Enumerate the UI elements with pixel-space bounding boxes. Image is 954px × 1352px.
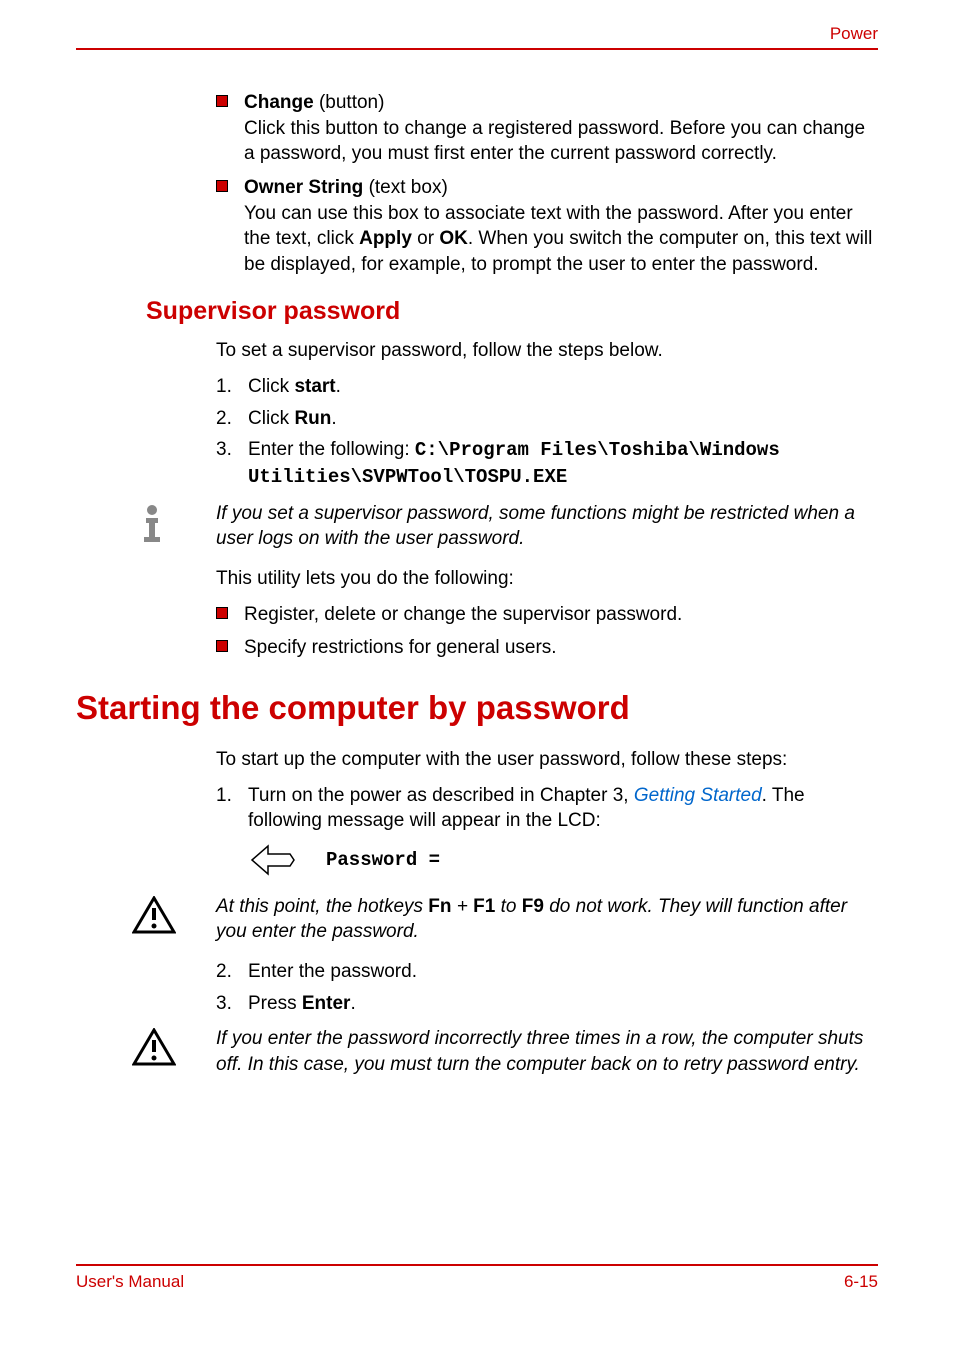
footer-right: 6-15 <box>844 1272 878 1292</box>
info-note: If you set a supervisor password, some f… <box>76 501 878 552</box>
step-3: 3. Enter the following: C:\Program Files… <box>216 437 878 490</box>
square-bullet-icon <box>216 607 228 619</box>
bullet-owner-string: Owner String (text box) You can use this… <box>216 175 878 278</box>
starting-step-3: 3. Press Enter. <box>216 991 878 1017</box>
supervisor-intro: To set a supervisor password, follow the… <box>216 338 878 364</box>
sub-bullet-2: Specify restrictions for general users. <box>216 635 878 661</box>
bullet-text: Change (button) Click this button to cha… <box>244 90 878 167</box>
password-prompt-row: Password = <box>248 842 878 878</box>
link-getting-started[interactable]: Getting Started <box>634 785 762 806</box>
warning-2-text: If you enter the password incorrectly th… <box>216 1026 878 1077</box>
page-header: Power <box>76 24 878 50</box>
supervisor-after: This utility lets you do the following: … <box>76 566 878 661</box>
sub-bullet-1: Register, delete or change the superviso… <box>216 602 878 628</box>
starting-steps-cont: 2. Enter the password. 3. Press Enter. <box>76 959 878 1016</box>
page-footer: User's Manual 6-15 <box>76 1264 878 1292</box>
starting-body: To start up the computer with the user p… <box>76 747 878 878</box>
square-bullet-icon <box>216 640 228 652</box>
hand-point-icon <box>248 842 296 878</box>
heading-supervisor-password: Supervisor password <box>146 297 878 326</box>
footer-left: User's Manual <box>76 1272 184 1292</box>
warning-icon <box>132 1028 176 1068</box>
supervisor-body: To set a supervisor password, follow the… <box>76 338 878 490</box>
info-note-text: If you set a supervisor password, some f… <box>216 501 878 552</box>
step-1: 1. Click start. <box>216 374 878 400</box>
supervisor-after-text: This utility lets you do the following: <box>216 566 878 592</box>
starting-step-1: 1. Turn on the power as described in Cha… <box>216 783 878 834</box>
step-2: 2. Click Run. <box>216 406 878 432</box>
heading-starting-by-password: Starting the computer by password <box>76 689 878 727</box>
square-bullet-icon <box>216 180 228 192</box>
warning-note-1: At this point, the hotkeys Fn + F1 to F9… <box>76 894 878 945</box>
header-section: Power <box>830 24 878 44</box>
info-icon <box>132 503 172 543</box>
starting-intro: To start up the computer with the user p… <box>216 747 878 773</box>
warning-icon <box>132 896 176 936</box>
square-bullet-icon <box>216 95 228 107</box>
warning-note-2: If you enter the password incorrectly th… <box>76 1026 878 1077</box>
bullet-change: Change (button) Click this button to cha… <box>216 90 878 167</box>
bullet-text: Owner String (text box) You can use this… <box>244 175 878 278</box>
starting-step-2: 2. Enter the password. <box>216 959 878 985</box>
password-label: Password = <box>326 849 440 871</box>
content-block: Change (button) Click this button to cha… <box>76 90 878 277</box>
warning-1-text: At this point, the hotkeys Fn + F1 to F9… <box>216 894 878 945</box>
